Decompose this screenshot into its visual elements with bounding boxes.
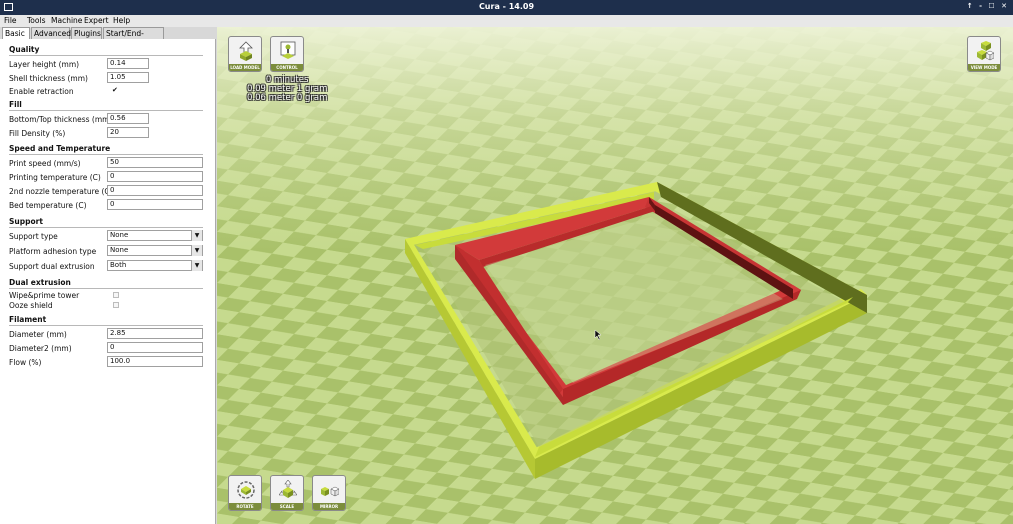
scale-button[interactable]: SCALE (270, 475, 304, 511)
divider (9, 325, 203, 326)
section-fill: Fill (9, 100, 22, 109)
control-label: CONTROL (271, 64, 303, 71)
view-mode-icon (977, 41, 994, 61)
enable-retraction-checkbox[interactable]: ✔ (112, 86, 118, 94)
fill-density-input[interactable]: 20 (107, 127, 149, 138)
2nd-nozzle-temperature-input[interactable]: 0 (107, 185, 203, 196)
scale-icon (279, 480, 297, 498)
shell-thickness-input[interactable]: 1.05 (107, 72, 149, 83)
menu-tools[interactable]: Tools (27, 16, 45, 25)
label-fill-density: Fill Density (%) (9, 129, 66, 138)
print-info: 0 minutes 0.09 meter 1 gram 0.06 meter 0… (247, 76, 327, 103)
cura-window: Cura - 14.09 ↑ - ☐ ✕ File Tools Machine … (0, 0, 1013, 524)
support-type-value: None (110, 231, 129, 239)
load-model-label: LOAD MODEL (229, 64, 261, 71)
window-controls[interactable]: ↑ - ☐ ✕ (967, 2, 1009, 10)
window-title: Cura - 14.09 (478, 2, 535, 11)
label-print-speed: Print speed (mm/s) (9, 159, 81, 168)
load-model-icon (239, 41, 253, 61)
layer-height-input[interactable]: 0.14 (107, 58, 149, 69)
dropdown-arrow-icon[interactable]: ▼ (191, 230, 202, 241)
menu-expert[interactable]: Expert (84, 16, 109, 25)
settings-panel: Quality Layer height (mm) 0.14 Shell thi… (0, 39, 216, 524)
menu-help[interactable]: Help (113, 16, 130, 25)
rotate-label: ROTATE (229, 503, 261, 510)
dropdown-arrow-icon[interactable]: ▼ (191, 260, 202, 271)
label-wipe-prime-tower: Wipe&prime tower (9, 291, 80, 300)
tab-advanced[interactable]: Advanced (31, 27, 71, 39)
dropdown-arrow-icon[interactable]: ▼ (191, 245, 202, 256)
label-bottom-top-thickness: Bottom/Top thickness (mm) (9, 115, 113, 124)
label-diameter2: Diameter2 (mm) (9, 344, 72, 353)
printing-temperature-input[interactable]: 0 (107, 171, 203, 182)
label-flow: Flow (%) (9, 358, 42, 367)
section-support: Support (9, 217, 43, 226)
platform-adhesion-value: None (110, 246, 129, 254)
control-button[interactable]: CONTROL (270, 36, 304, 72)
flow-input[interactable]: 100.0 (107, 356, 203, 367)
tab-start-end-gcode[interactable]: Start/End-GCode (103, 27, 164, 49)
mirror-label: MIRROR (313, 503, 345, 510)
bed-temperature-input[interactable]: 0 (107, 199, 203, 210)
label-support-dual-extrusion: Support dual extrusion (9, 262, 95, 271)
section-filament: Filament (9, 315, 47, 324)
section-quality: Quality (9, 45, 40, 54)
label-shell-thickness: Shell thickness (mm) (9, 74, 88, 83)
wipe-prime-tower-checkbox[interactable] (113, 292, 119, 298)
view-mode-button[interactable]: VIEW MODE (967, 36, 1001, 72)
3d-viewport[interactable]: LOAD MODEL CONTROL 0 minutes 0.09 meter … (217, 27, 1013, 524)
label-bed-temperature: Bed temperature (C) (9, 201, 87, 210)
control-icon (280, 41, 296, 59)
menu-machine[interactable]: Machine (51, 16, 82, 25)
divider (9, 110, 203, 111)
support-dual-extrusion-value: Both (110, 261, 127, 269)
build-plate-scene (217, 27, 1013, 524)
label-2nd-nozzle-temperature: 2nd nozzle temperature (C) (9, 187, 113, 196)
section-speed-temperature: Speed and Temperature (9, 144, 111, 153)
view-mode-label: VIEW MODE (968, 64, 1000, 71)
print-speed-input[interactable]: 50 (107, 157, 203, 168)
divider (9, 288, 203, 289)
print-material-2: 0.06 meter 0 gram (247, 93, 328, 103)
scale-label: SCALE (271, 503, 303, 510)
mirror-icon (321, 486, 339, 497)
divider (9, 154, 203, 155)
label-printing-temperature: Printing temperature (C) (9, 173, 101, 182)
tab-basic[interactable]: Basic (2, 27, 30, 39)
menu-bar: File Tools Machine Expert Help (0, 15, 1013, 27)
label-diameter: Diameter (mm) (9, 330, 67, 339)
divider (9, 227, 203, 228)
label-support-type: Support type (9, 232, 58, 241)
divider (9, 55, 203, 56)
label-ooze-shield: Ooze shield (9, 301, 53, 310)
support-dual-extrusion-select[interactable]: Both ▼ (107, 260, 203, 271)
diameter-input[interactable]: 2.85 (107, 328, 203, 339)
menu-file[interactable]: File (4, 16, 17, 25)
support-type-select[interactable]: None ▼ (107, 230, 203, 241)
title-bar: Cura - 14.09 ↑ - ☐ ✕ (0, 0, 1013, 15)
ooze-shield-checkbox[interactable] (113, 302, 119, 308)
tab-plugins[interactable]: Plugins (71, 27, 102, 39)
diameter2-input[interactable]: 0 (107, 342, 203, 353)
platform-adhesion-select[interactable]: None ▼ (107, 245, 203, 256)
label-platform-adhesion: Platform adhesion type (9, 247, 97, 256)
mirror-button[interactable]: MIRROR (312, 475, 346, 511)
rotate-button[interactable]: ROTATE (228, 475, 262, 511)
label-layer-height: Layer height (mm) (9, 60, 80, 69)
load-model-button[interactable]: LOAD MODEL (228, 36, 262, 72)
rotate-icon (237, 481, 255, 499)
label-enable-retraction: Enable retraction (9, 87, 74, 96)
bottom-top-thickness-input[interactable]: 0.56 (107, 113, 149, 124)
section-dual-extrusion: Dual extrusion (9, 278, 71, 287)
